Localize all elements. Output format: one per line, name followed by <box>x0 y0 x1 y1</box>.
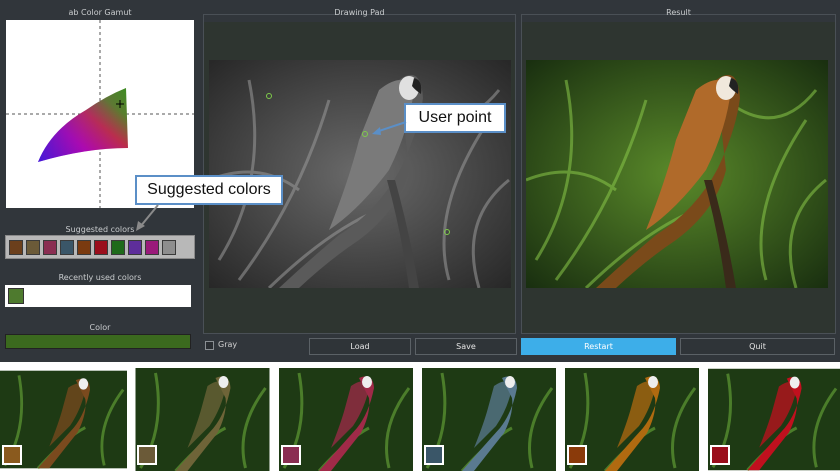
suggested-colors-callout: Suggested colors <box>135 175 283 205</box>
colorization-thumbnail <box>565 368 699 471</box>
current-color-bar <box>5 334 191 349</box>
result-image <box>525 60 828 290</box>
suggested-colors-palette <box>5 235 195 259</box>
suggested-color-swatch[interactable] <box>43 239 57 255</box>
thumbnail-color-chip <box>281 445 301 465</box>
restart-button[interactable]: Restart <box>521 338 676 355</box>
suggested-color-swatch[interactable] <box>111 239 125 255</box>
thumbnail-color-chip <box>424 445 444 465</box>
colorization-thumbnail <box>708 368 840 471</box>
suggested-colors-title: Suggested colors <box>65 225 135 234</box>
colorization-thumbnail <box>279 368 413 471</box>
colorization-app: ab Color Gamut Suggested colors Recently… <box>0 0 840 362</box>
suggested-color-swatch[interactable] <box>94 239 108 255</box>
suggested-color-swatch[interactable] <box>26 239 40 255</box>
gray-label: Gray <box>218 340 238 349</box>
recent-color-swatch[interactable] <box>8 288 24 304</box>
thumbnail-color-chip <box>710 445 730 465</box>
quit-button[interactable]: Quit <box>680 338 835 355</box>
gray-checkbox[interactable] <box>205 341 214 350</box>
suggested-colors-arrow-icon <box>136 204 159 231</box>
load-button[interactable]: Load <box>309 338 411 355</box>
recent-colors-box <box>5 285 191 307</box>
suggested-color-swatch[interactable] <box>77 239 91 255</box>
save-button[interactable]: Save <box>415 338 517 355</box>
colorization-thumbnail <box>0 368 127 471</box>
user-point-callout: User point <box>404 103 506 133</box>
color-title: Color <box>89 323 111 332</box>
thumbnail-color-chip <box>2 445 22 465</box>
drawing-pad-canvas[interactable] <box>208 60 511 290</box>
suggested-color-swatch[interactable] <box>145 239 159 255</box>
user-point-arrow-icon <box>372 121 407 135</box>
drawing-pad-title: Drawing Pad <box>334 8 385 17</box>
thumbnail-color-chip <box>567 445 587 465</box>
result-title: Result <box>666 8 691 17</box>
colorization-thumbnail <box>135 368 270 471</box>
suggested-color-swatch[interactable] <box>60 239 74 255</box>
suggested-color-swatch[interactable] <box>128 239 142 255</box>
grayscale-parrot-image[interactable] <box>208 60 511 290</box>
thumbnail-color-chip <box>137 445 157 465</box>
suggested-color-swatch[interactable] <box>162 239 176 255</box>
gamut-title: ab Color Gamut <box>68 8 132 17</box>
recent-colors-title: Recently used colors <box>58 273 142 282</box>
colorization-thumbnail <box>422 368 556 471</box>
suggested-color-swatch[interactable] <box>9 239 23 255</box>
